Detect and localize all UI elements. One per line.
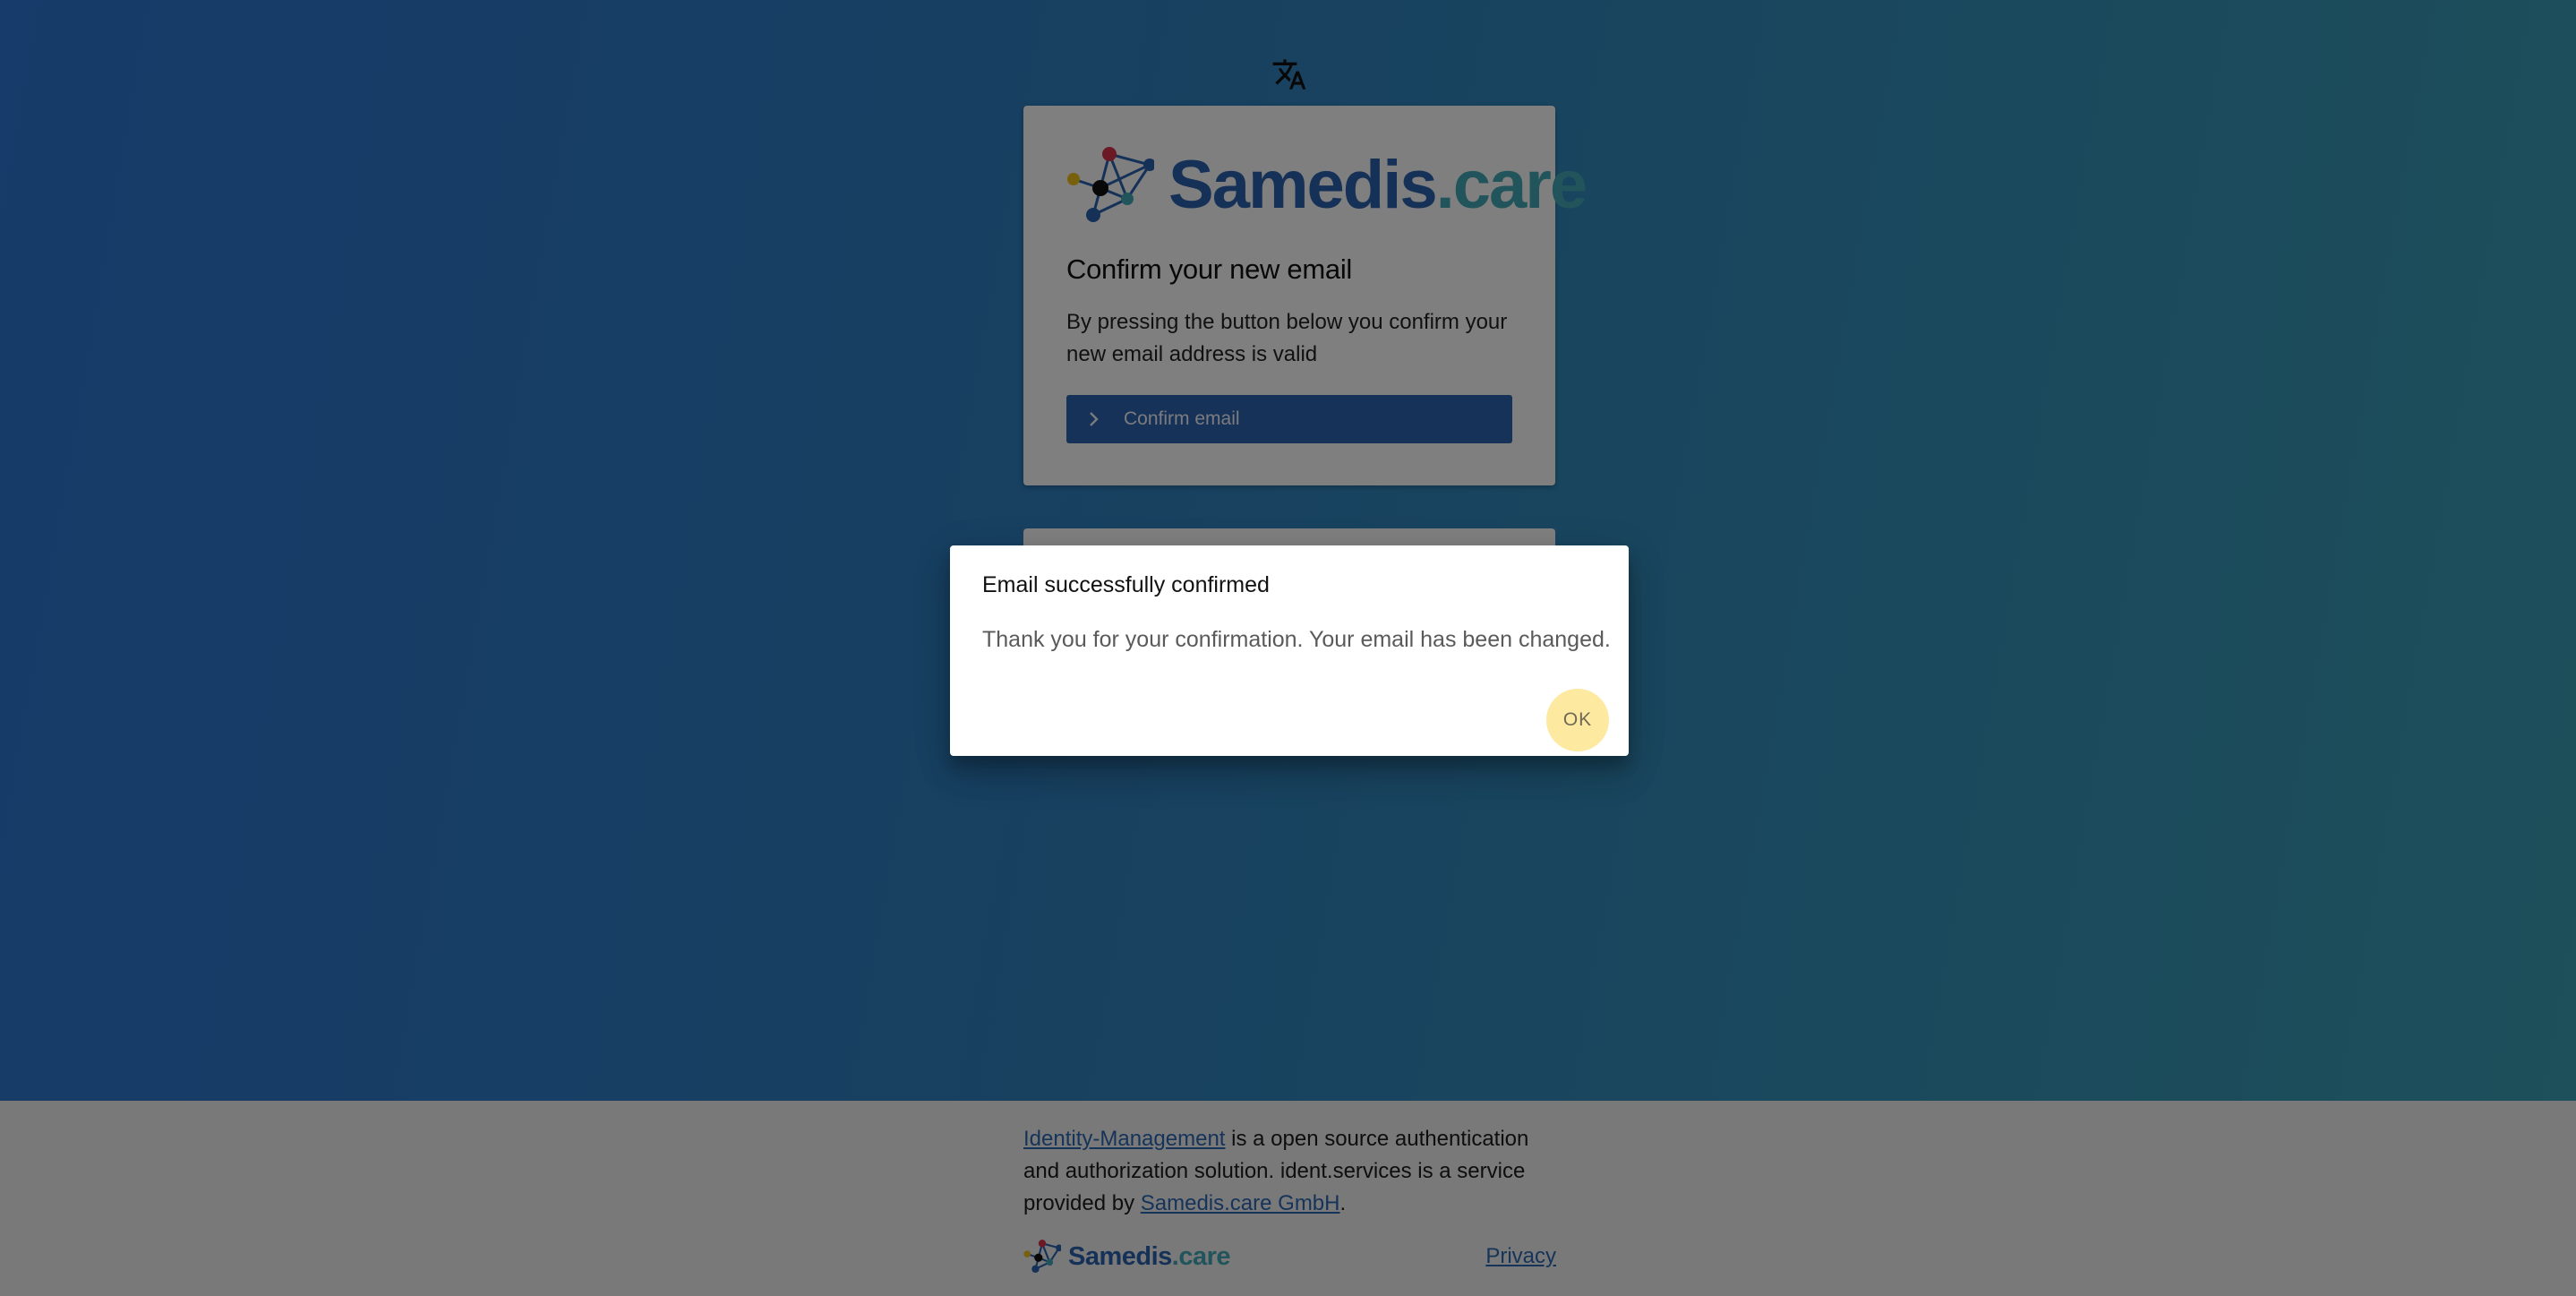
ok-button[interactable]: OK bbox=[1546, 689, 1609, 751]
dialog-message: Thank you for your confirmation. Your em… bbox=[982, 627, 1611, 652]
dialog-title: Email successfully confirmed bbox=[982, 572, 1270, 597]
confirmation-dialog: Email successfully confirmed Thank you f… bbox=[950, 545, 1629, 756]
